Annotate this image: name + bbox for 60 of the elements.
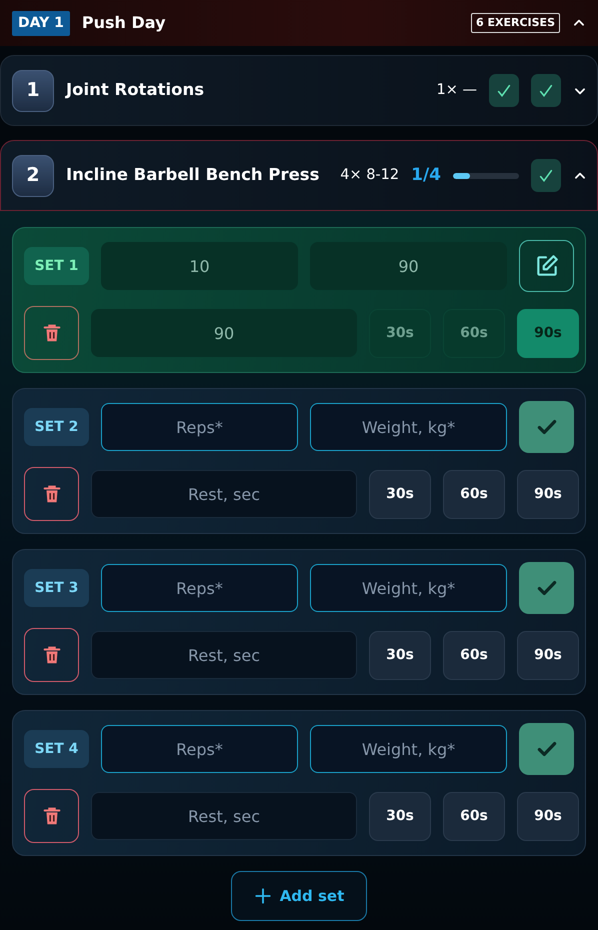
delete-button[interactable] — [24, 306, 79, 360]
rest-field[interactable]: Rest, sec — [91, 631, 357, 679]
complete-set-button[interactable] — [519, 401, 574, 453]
complete-set-button[interactable] — [519, 723, 574, 775]
rest-preset-button[interactable]: 30s — [369, 308, 431, 358]
exercise-number: 1 — [12, 70, 54, 112]
rest-preset-button[interactable]: 30s — [369, 470, 431, 518]
rest-preset-button[interactable]: 30s — [369, 792, 431, 840]
day-title: Push Day — [82, 12, 166, 34]
exercise-number: 2 — [12, 154, 54, 196]
rest-preset-button[interactable]: 60s — [443, 470, 505, 518]
rest-field[interactable]: Rest, sec — [91, 792, 357, 840]
rest-field[interactable]: Rest, sec — [91, 470, 357, 518]
set-label: SET 4 — [24, 730, 89, 768]
exercise-name: Incline Barbell Bench Press — [66, 164, 320, 186]
rest-preset-button[interactable]: 60s — [443, 792, 505, 840]
weight-field[interactable]: 90 — [310, 242, 507, 290]
delete-button[interactable] — [24, 467, 79, 521]
set-label: SET 1 — [24, 247, 89, 285]
check-icon — [538, 82, 554, 98]
set-label: SET 2 — [24, 408, 89, 446]
rest-preset-button[interactable]: 60s — [443, 630, 505, 680]
complete-button[interactable] — [531, 159, 561, 192]
complete-button[interactable] — [531, 74, 561, 107]
weight-field[interactable]: Weight, kg* — [310, 725, 507, 773]
weight-field[interactable]: Weight, kg* — [310, 403, 507, 451]
delete-button[interactable] — [24, 789, 79, 843]
reps-field[interactable]: Reps* — [101, 564, 298, 612]
rest-preset-button[interactable]: 90s — [517, 470, 579, 518]
progress-text: 1/4 — [411, 164, 441, 187]
exercise-header[interactable]: 1 Joint Rotations 1× — — [0, 55, 598, 126]
day-badge: DAY 1 — [12, 10, 70, 36]
check-icon — [496, 82, 512, 98]
trash-icon — [40, 483, 62, 505]
exercise-count-badge: 6 EXERCISES — [471, 12, 560, 34]
rest-field[interactable]: 90 — [91, 309, 357, 357]
exercise-scheme: 4× 8-12 — [340, 166, 400, 185]
reps-field[interactable]: 10 — [101, 242, 298, 290]
rest-preset-button[interactable]: 60s — [443, 308, 505, 358]
trash-icon — [40, 322, 62, 344]
exercise-name: Joint Rotations — [66, 79, 204, 102]
reps-field[interactable]: Reps* — [101, 403, 298, 451]
rest-preset-button[interactable]: 90s — [517, 630, 579, 680]
trash-icon — [40, 805, 62, 827]
edit-button[interactable] — [519, 240, 574, 292]
weight-field[interactable]: Weight, kg* — [310, 564, 507, 612]
reps-field[interactable]: Reps* — [101, 725, 298, 773]
delete-button[interactable] — [24, 628, 79, 682]
exercise-scheme: 1× — — [436, 80, 477, 100]
plus-icon — [254, 887, 272, 905]
rest-preset-button[interactable]: 90s — [517, 308, 579, 358]
rest-preset-button[interactable]: 30s — [369, 630, 431, 680]
complete-button[interactable] — [489, 74, 519, 107]
rest-preset-button[interactable]: 90s — [517, 792, 579, 840]
trash-icon — [40, 644, 62, 666]
add-set-button[interactable]: Add set — [230, 871, 368, 921]
check-icon — [538, 168, 554, 184]
set-label: SET 3 — [24, 569, 89, 607]
complete-set-button[interactable] — [519, 562, 574, 614]
exercise-header[interactable]: 2 Incline Barbell Bench Press 4× 8-12 1/4 — [0, 140, 598, 211]
